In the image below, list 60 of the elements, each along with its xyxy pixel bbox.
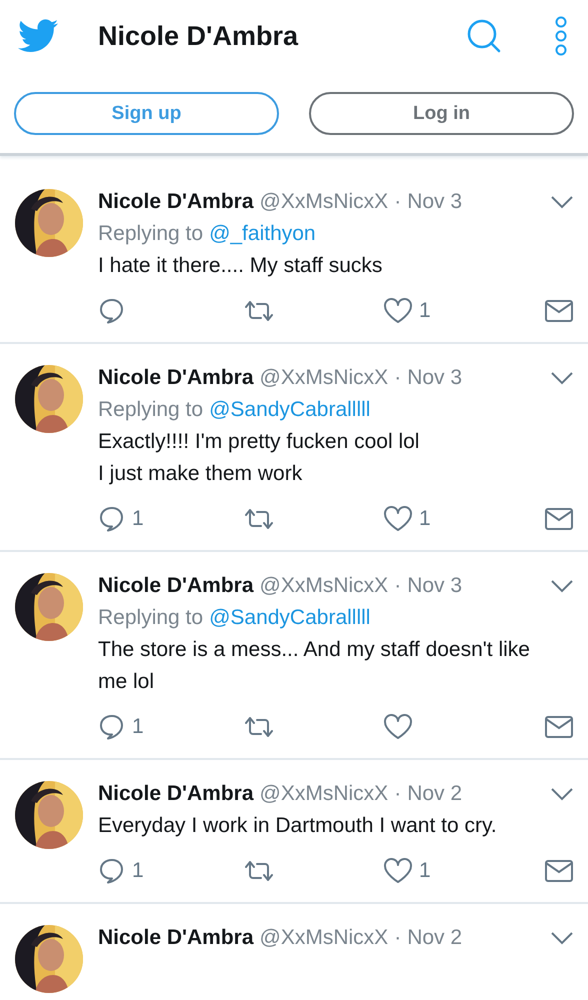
tweet-text: Exactly!!!! I'm pretty fucken cool lol: [98, 429, 420, 455]
tweet-text: The store is a mess... And my staff doesn't like me lol: [98, 637, 531, 695]
retweet-icon[interactable]: [243, 299, 275, 323]
tweet-date: Nov 2: [407, 781, 462, 807]
author-handle: @XxMsNicxX: [260, 365, 388, 391]
reply-bubble-icon[interactable]: [98, 297, 126, 325]
reply-count: 1: [132, 715, 144, 739]
tweet-date: Nov 3: [407, 189, 462, 215]
envelope-icon[interactable]: [544, 299, 574, 323]
envelope-icon[interactable]: [544, 715, 574, 739]
separator-dot: ·: [394, 189, 402, 215]
replying-to-label: Replying to: [98, 605, 204, 631]
tweet-date: Nov 3: [407, 573, 462, 599]
bird-logo-icon[interactable]: [18, 19, 58, 53]
author-name[interactable]: Nicole D'Ambra: [98, 778, 254, 810]
envelope-icon[interactable]: [544, 507, 574, 531]
profile-name-title: Nicole D'Ambra: [98, 20, 300, 52]
more-options-icon[interactable]: [554, 16, 568, 56]
author-handle: @XxMsNicxX: [260, 189, 388, 215]
retweet-icon[interactable]: [243, 859, 275, 883]
heart-icon[interactable]: [383, 505, 413, 533]
author-handle: @XxMsNicxX: [260, 573, 388, 599]
chevron-down-icon[interactable]: [550, 579, 574, 593]
separator-dot: ·: [394, 573, 402, 599]
separator-dot: ·: [394, 365, 402, 391]
chevron-down-icon[interactable]: [550, 371, 574, 385]
heart-icon[interactable]: [383, 713, 413, 741]
separator-dot: ·: [394, 925, 402, 951]
replying-to-label: Replying to: [98, 221, 204, 247]
tweet-text: Everyday I work in Dartmouth I want to cry.: [98, 813, 498, 839]
log-in-button[interactable]: Log in: [309, 92, 574, 135]
author-name[interactable]: Nicole D'Ambra: [98, 922, 254, 954]
retweet-icon[interactable]: [243, 507, 275, 531]
tweet-text: I just make them work: [98, 461, 304, 487]
tweet-text: I hate it there.... My staff sucks: [98, 253, 384, 279]
like-count: 1: [419, 859, 431, 883]
heart-icon[interactable]: [383, 297, 413, 325]
reply-bubble-icon[interactable]: [98, 505, 126, 533]
reply-bubble-icon[interactable]: [98, 713, 126, 741]
envelope-icon[interactable]: [544, 859, 574, 883]
replying-to-label: Replying to: [98, 397, 204, 423]
author-handle: @XxMsNicxX: [260, 925, 388, 951]
chevron-down-icon[interactable]: [550, 787, 574, 801]
like-count: 1: [419, 507, 431, 531]
heart-icon[interactable]: [383, 857, 413, 885]
author-name[interactable]: Nicole D'Ambra: [98, 186, 254, 218]
author-name[interactable]: Nicole D'Ambra: [98, 570, 254, 602]
reply-bubble-icon[interactable]: [98, 857, 126, 885]
reply-count: 1: [132, 859, 144, 883]
separator-dot: ·: [394, 781, 402, 807]
author-name[interactable]: Nicole D'Ambra: [98, 362, 254, 394]
chevron-down-icon[interactable]: [550, 195, 574, 209]
reply-count: 1: [132, 507, 144, 531]
retweet-icon[interactable]: [243, 715, 275, 739]
like-count: 1: [419, 299, 431, 323]
tweet-date: Nov 3: [407, 365, 462, 391]
search-icon[interactable]: [466, 18, 502, 54]
author-handle: @XxMsNicxX: [260, 781, 388, 807]
tweet-date: Nov 2: [407, 925, 462, 951]
chevron-down-icon[interactable]: [550, 931, 574, 945]
